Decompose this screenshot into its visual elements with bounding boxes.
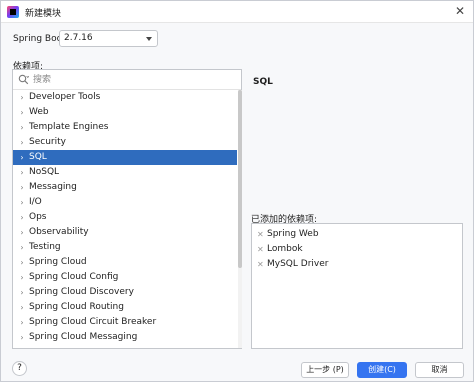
chevron-right-icon[interactable]: › [18, 330, 26, 345]
dependency-category-panel: ›Developer Tools›Web›Template Engines›Se… [12, 69, 242, 349]
remove-icon[interactable]: ✕ [257, 257, 264, 272]
create-button[interactable]: 创建(C) [357, 362, 407, 378]
chevron-right-icon[interactable]: › [18, 90, 26, 105]
chevron-down-icon [146, 37, 152, 41]
category-item[interactable]: › Spring Cloud Config [13, 270, 237, 285]
category-item[interactable]: › Spring Cloud Routing [13, 300, 237, 315]
chevron-right-icon[interactable]: › [18, 150, 26, 165]
category-item[interactable]: › I/O [13, 195, 237, 210]
category-item[interactable]: › Messaging [13, 180, 237, 195]
added-dependency-item: ✕ MySQL Driver [252, 257, 462, 272]
chevron-right-icon[interactable]: › [18, 225, 26, 240]
chevron-right-icon[interactable]: › [18, 240, 26, 255]
chevron-right-icon[interactable]: › [18, 270, 26, 285]
chevron-right-icon[interactable]: › [18, 300, 26, 315]
spring-boot-version-select[interactable]: 2.7.16 [59, 30, 158, 47]
category-item[interactable]: › Security [13, 135, 237, 150]
added-dependency-item: ✕ Lombok [252, 242, 462, 257]
category-item[interactable]: › Observability [13, 225, 237, 240]
category-item[interactable]: › Testing [13, 240, 237, 255]
category-item[interactable]: › NoSQL [13, 165, 237, 180]
chevron-right-icon[interactable]: › [18, 165, 26, 180]
category-item[interactable]: › Ops [13, 210, 237, 225]
category-label: Testing [29, 242, 61, 252]
dependency-search-input[interactable] [33, 72, 233, 88]
chevron-right-icon[interactable]: › [18, 105, 26, 120]
title-bar: 新建模块 ✕ [1, 1, 473, 23]
category-label: Spring Cloud Config [29, 272, 119, 282]
category-item[interactable]: › Spring Cloud [13, 255, 237, 270]
added-dependency-name: Spring Web [267, 229, 319, 239]
window-title: 新建模块 [25, 9, 62, 19]
chevron-right-icon[interactable]: › [18, 135, 26, 150]
chevron-right-icon[interactable]: › [18, 315, 26, 330]
added-dependency-name: Lombok [267, 244, 303, 254]
selected-category-title: SQL [253, 77, 273, 87]
category-item[interactable]: › Developer Tools [13, 90, 237, 105]
chevron-right-icon[interactable]: › [18, 285, 26, 300]
close-icon[interactable]: ✕ [455, 4, 465, 18]
category-label: Developer Tools [29, 92, 101, 102]
category-item[interactable]: › Spring Cloud Circuit Breaker [13, 315, 237, 330]
remove-icon[interactable]: ✕ [257, 242, 264, 257]
category-label: Messaging [29, 182, 77, 192]
dialog-footer: ? 上一步 (P) 创建(C) 取消 [1, 357, 473, 382]
category-label: Ops [29, 212, 47, 222]
category-label: NoSQL [29, 167, 60, 177]
category-item[interactable]: › Spring Cloud Messaging [13, 330, 237, 345]
category-scroll-thumb[interactable] [238, 90, 242, 268]
category-item[interactable]: › Web [13, 105, 237, 120]
help-button[interactable]: ? [12, 361, 27, 376]
category-label: Spring Cloud Routing [29, 302, 124, 312]
category-scrollbar[interactable] [238, 90, 242, 348]
added-dependency-item: ✕ Spring Web [252, 227, 462, 242]
cancel-button[interactable]: 取消 [415, 362, 464, 378]
search-bar [13, 70, 241, 90]
intellij-app-icon [7, 6, 19, 18]
added-dependency-name: MySQL Driver [267, 259, 329, 269]
category-item[interactable]: › SQL [13, 150, 237, 165]
category-label: Web [29, 107, 49, 117]
chevron-right-icon[interactable]: › [18, 120, 26, 135]
chevron-right-icon[interactable]: › [18, 210, 26, 225]
category-label: Spring Cloud Discovery [29, 287, 134, 297]
previous-button[interactable]: 上一步 (P) [301, 362, 349, 378]
category-label: Spring Cloud Circuit Breaker [29, 317, 157, 327]
spring-boot-version-value: 2.7.16 [64, 33, 93, 43]
added-dependencies-list: ✕ Spring Web ✕ Lombok ✕ MySQL Driver [251, 223, 463, 349]
category-item[interactable]: › Spring Cloud Discovery [13, 285, 237, 300]
chevron-right-icon[interactable]: › [18, 180, 26, 195]
category-label: Spring Cloud [29, 257, 87, 267]
chevron-right-icon[interactable]: › [18, 195, 26, 210]
category-label: Observability [29, 227, 89, 237]
category-label: SQL [29, 152, 47, 162]
category-label: Security [29, 137, 66, 147]
search-icon [18, 74, 29, 85]
new-module-dialog: 新建模块 ✕ Spring Boot: 2.7.16 依赖项: ›Develop… [0, 0, 474, 382]
category-label: I/O [29, 197, 42, 207]
dependency-category-tree: › Developer Tools › Web › Template Engines › Se… [13, 90, 237, 348]
remove-icon[interactable]: ✕ [257, 227, 264, 242]
category-item[interactable]: › Template Engines [13, 120, 237, 135]
category-label: Spring Cloud Messaging [29, 332, 138, 342]
chevron-right-icon[interactable]: › [18, 255, 26, 270]
category-label: Template Engines [29, 122, 109, 132]
